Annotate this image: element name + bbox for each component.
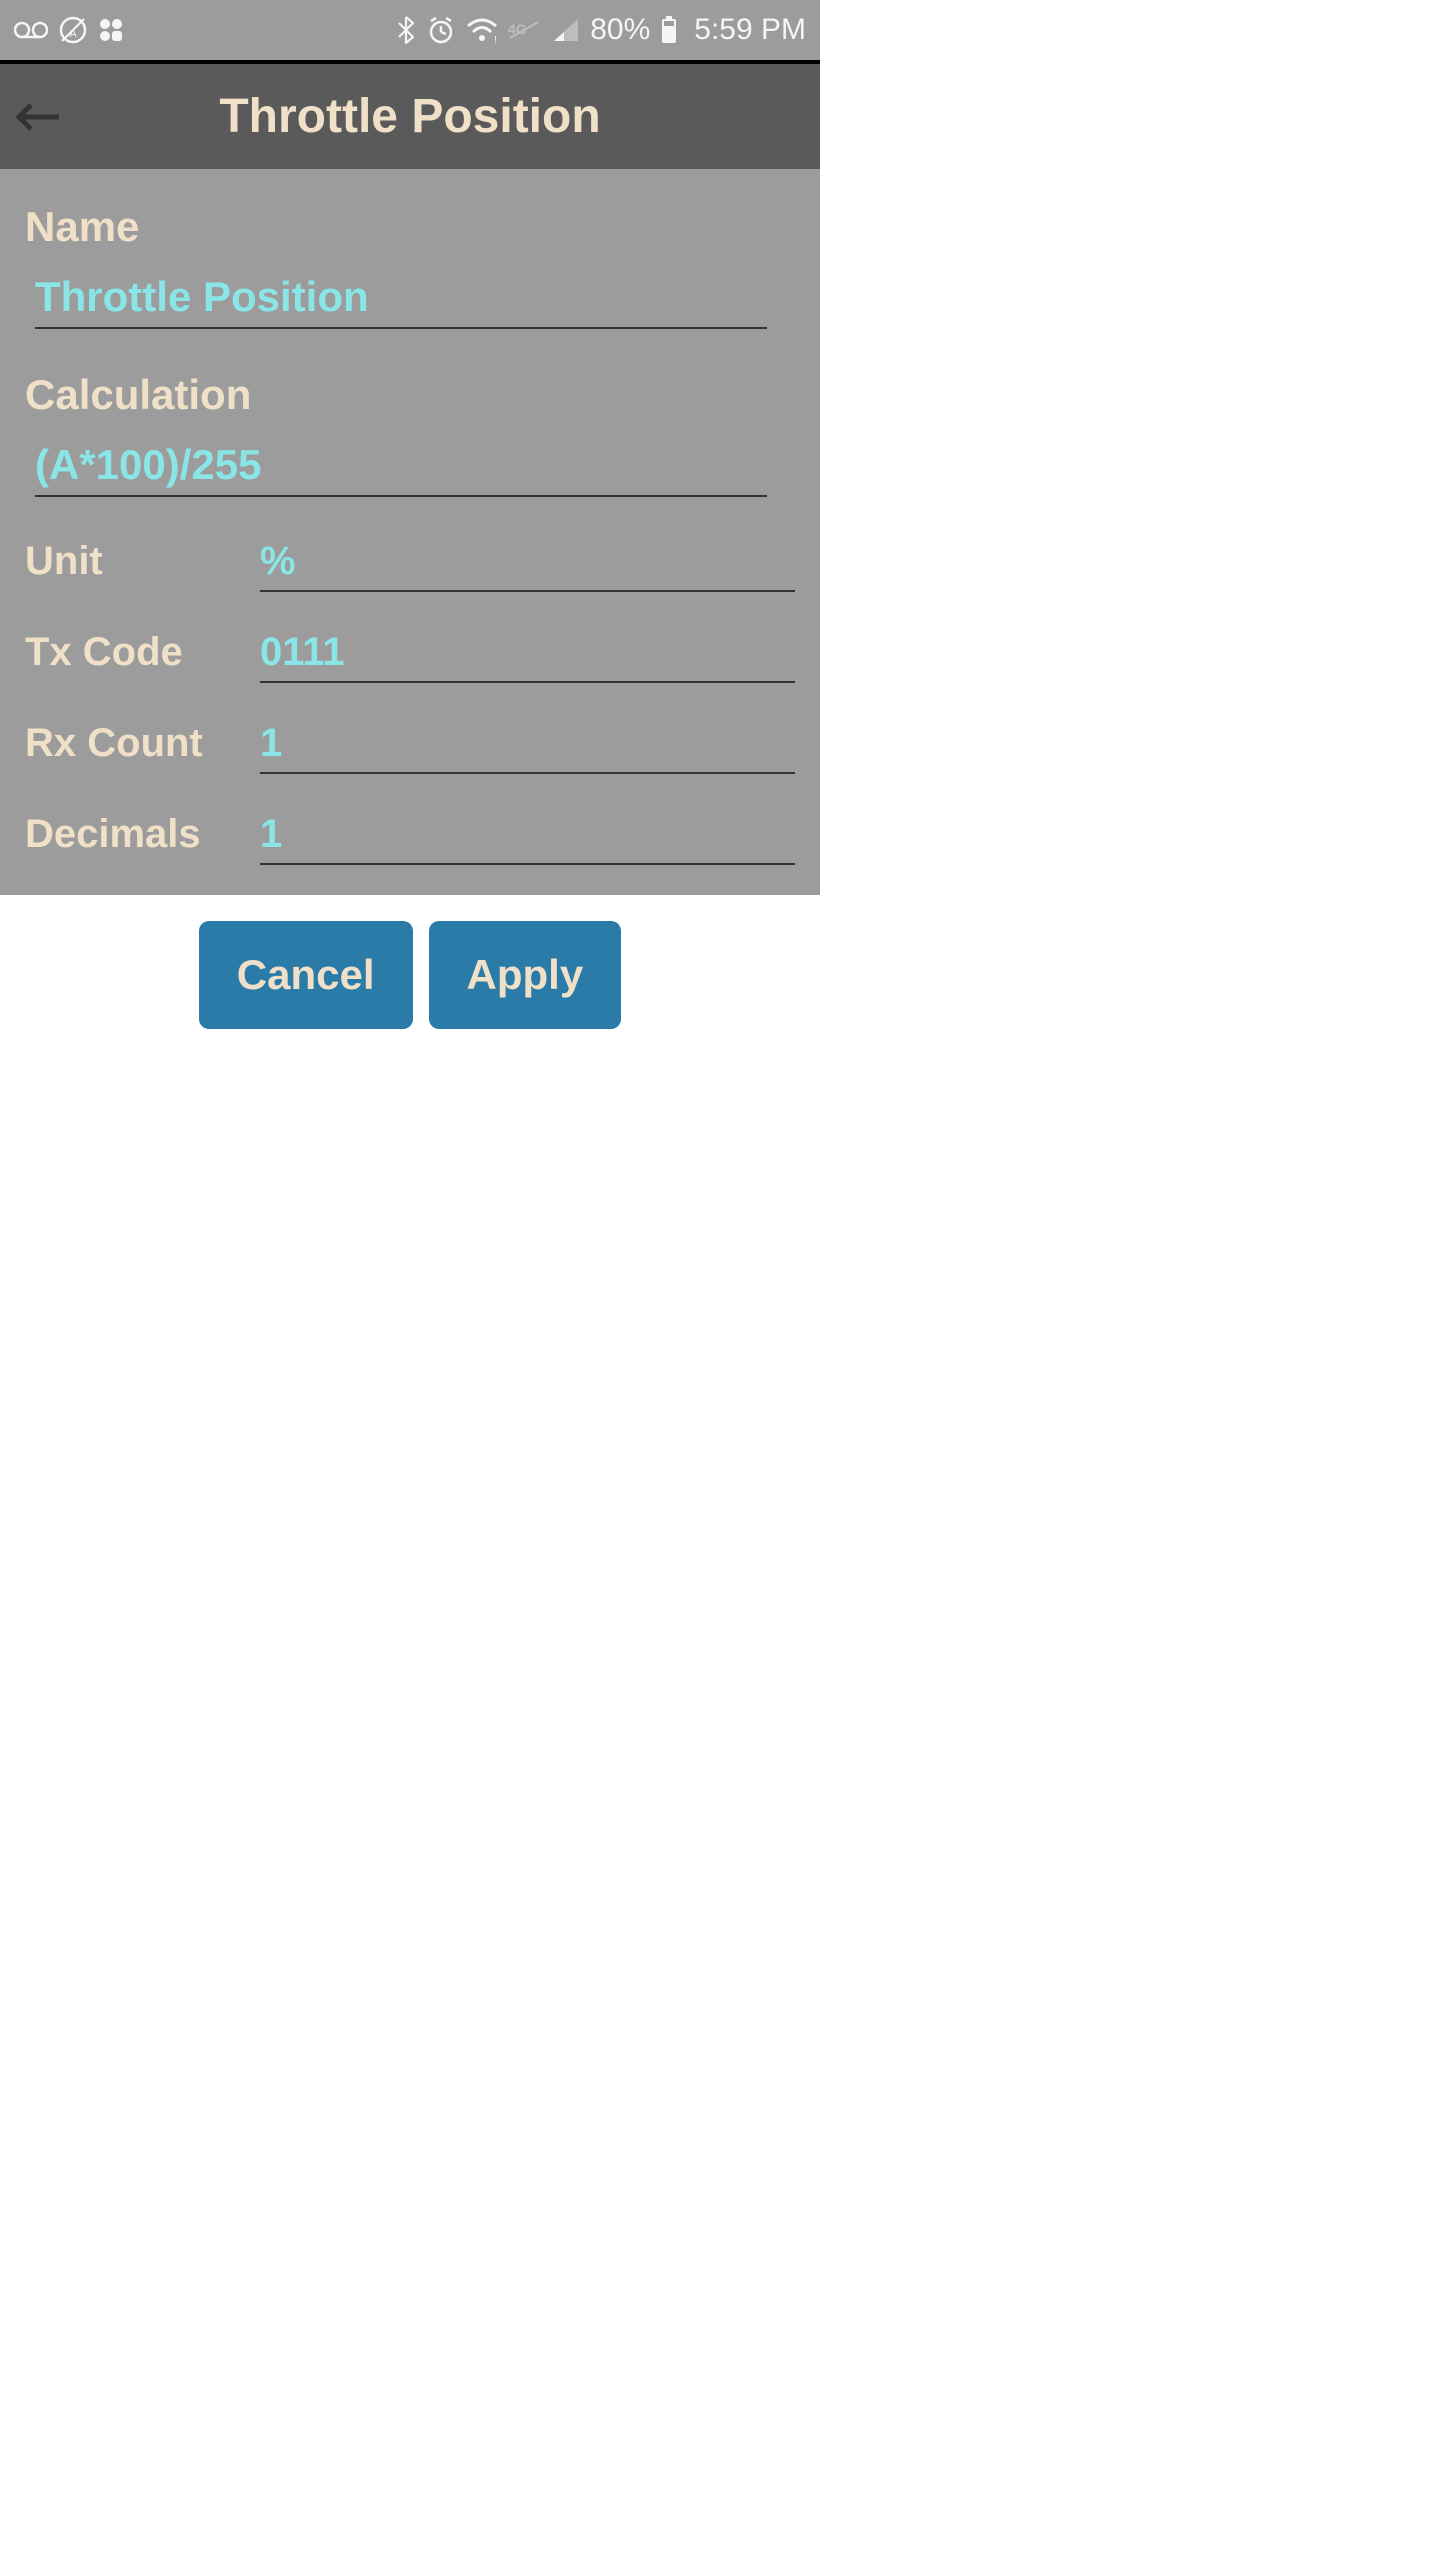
rx-count-input[interactable] — [260, 717, 795, 774]
app-indicator-icon — [98, 17, 124, 43]
name-input[interactable] — [35, 269, 767, 329]
apply-button[interactable]: Apply — [429, 921, 622, 1029]
battery-icon — [660, 15, 678, 45]
battery-percent: 80% — [590, 13, 650, 47]
button-area: Cancel Apply — [0, 895, 820, 1029]
status-bar: A ! 4G 80% 5:59 PM — [0, 0, 820, 60]
bluetooth-icon — [396, 15, 416, 45]
auto-rotate-off-icon: A — [58, 15, 88, 45]
form-area: Name Calculation Unit Tx Code Rx Count D… — [0, 169, 820, 895]
tx-code-label: Tx Code — [25, 630, 260, 675]
svg-text:!: ! — [494, 35, 497, 43]
unit-label: Unit — [25, 539, 260, 584]
tx-code-input[interactable] — [260, 626, 795, 683]
name-label: Name — [25, 203, 795, 251]
cell-signal-icon — [552, 17, 580, 43]
decimals-label: Decimals — [25, 812, 260, 857]
unit-input[interactable] — [260, 535, 795, 592]
voicemail-icon — [14, 21, 48, 39]
calculation-input[interactable] — [35, 437, 767, 497]
cancel-button[interactable]: Cancel — [199, 921, 413, 1029]
title-bar: Throttle Position — [0, 64, 820, 169]
wifi-icon: ! — [466, 17, 498, 43]
rx-count-label: Rx Count — [25, 721, 260, 766]
page-title: Throttle Position — [219, 89, 600, 144]
alarm-icon — [426, 15, 456, 45]
network-4g-icon: 4G — [508, 18, 542, 42]
calculation-label: Calculation — [25, 371, 795, 419]
decimals-input[interactable] — [260, 808, 795, 865]
clock-time: 5:59 PM — [694, 13, 806, 47]
back-arrow-icon[interactable] — [15, 101, 63, 133]
